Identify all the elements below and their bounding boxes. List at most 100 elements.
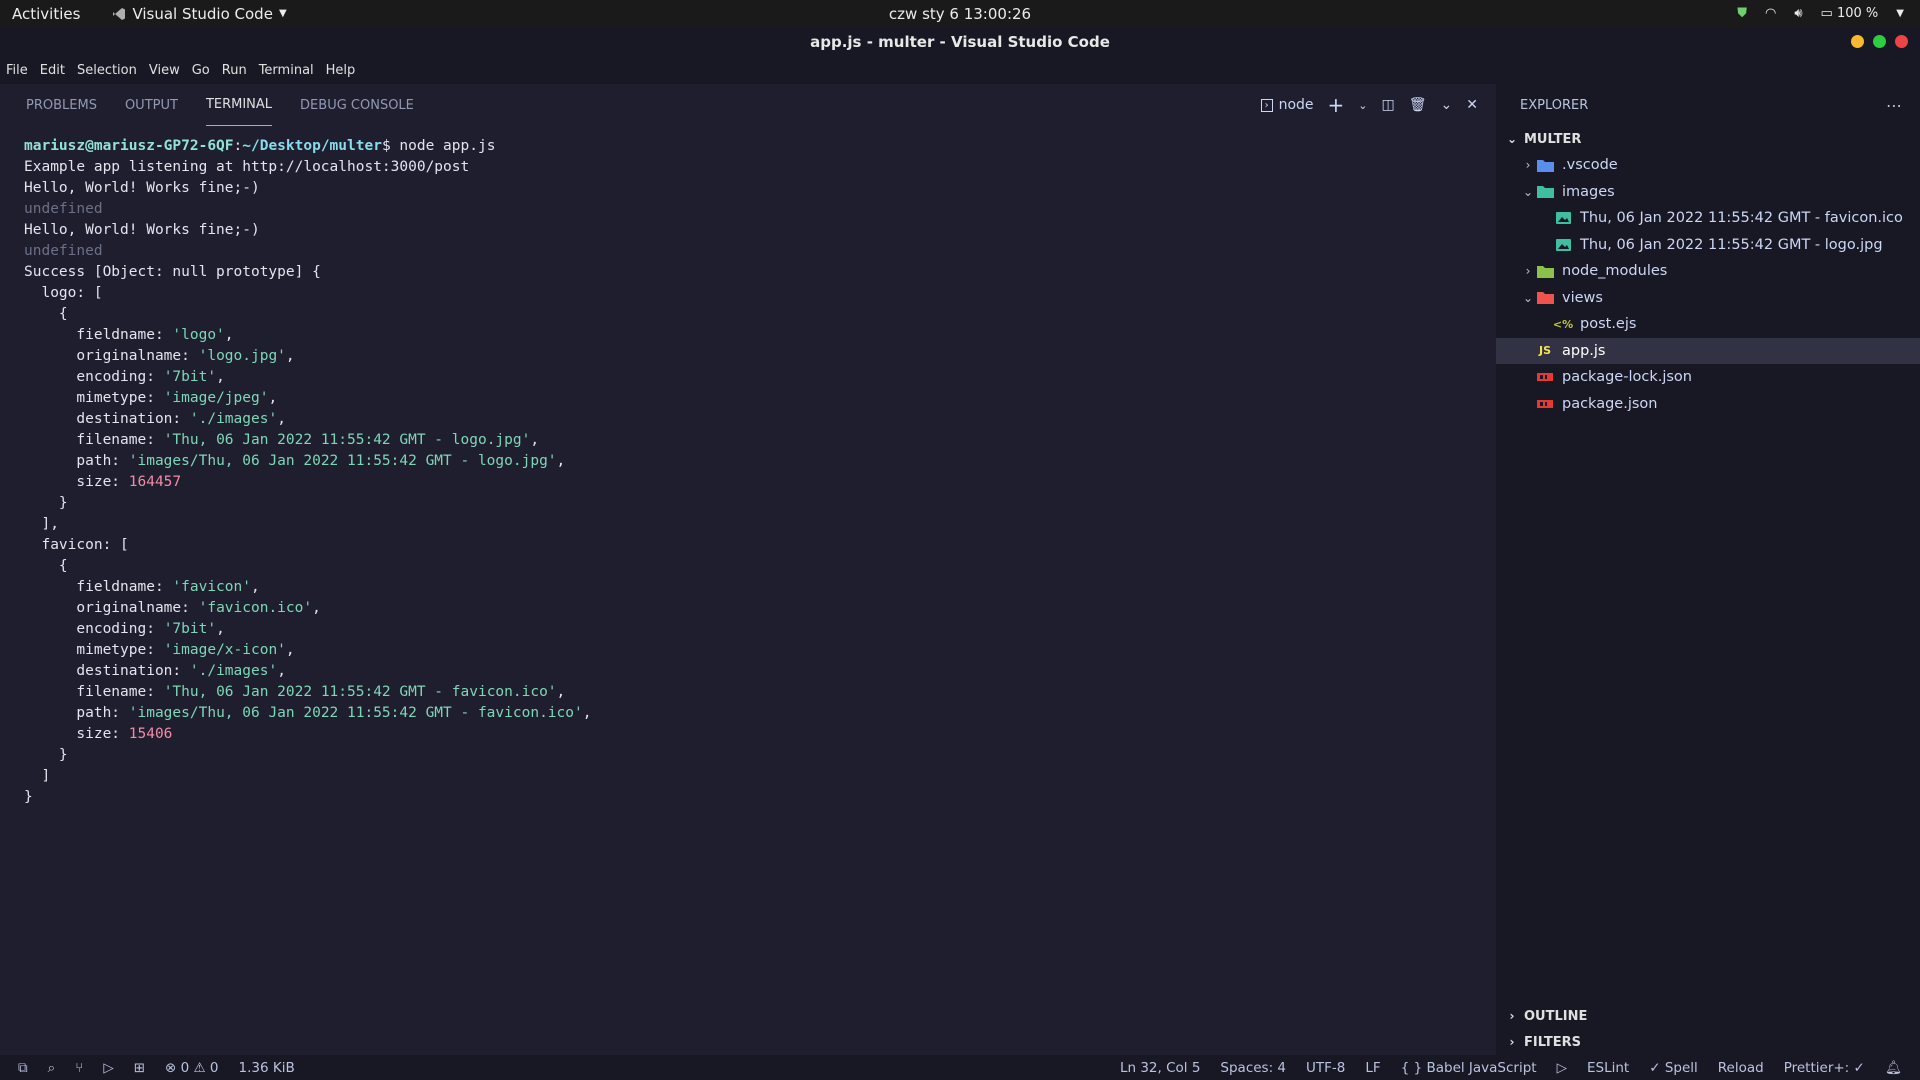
tree-file[interactable]: Thu, 06 Jan 2022 11:55:42 GMT - favicon.… <box>1496 205 1920 232</box>
tree-folder[interactable]: › node_modules <box>1496 258 1920 285</box>
prompt-user: mariusz@mariusz-GP72-6QF <box>24 138 234 154</box>
tab-output[interactable]: OUTPUT <box>125 84 178 126</box>
menu-help[interactable]: Help <box>320 63 362 78</box>
window-title-bar: app.js - multer - Visual Studio Code <box>0 27 1920 56</box>
wifi-icon: ◠ <box>1765 6 1777 21</box>
terminal-line: destination: './images', <box>24 411 286 427</box>
close-panel-icon[interactable]: ✕ <box>1466 97 1478 113</box>
trash-icon[interactable]: 🗑︎ <box>1409 97 1427 113</box>
eslint-status[interactable]: ESLint <box>1587 1060 1629 1076</box>
language-mode[interactable]: { } Babel JavaScript <box>1401 1060 1537 1076</box>
tree-item-label: package-lock.json <box>1562 369 1692 386</box>
menu-edit[interactable]: Edit <box>34 63 71 78</box>
tree-item-label: package.json <box>1562 395 1658 412</box>
volume-icon: 🔊︎ <box>1794 6 1803 21</box>
terminal-line: fieldname: 'logo', <box>24 327 234 343</box>
tree-file[interactable]: Thu, 06 Jan 2022 11:55:42 GMT - logo.jpg <box>1496 232 1920 259</box>
folder-root[interactable]: ⌄ MULTER <box>1496 126 1920 152</box>
menu-file[interactable]: File <box>0 63 34 78</box>
run-debug-icon[interactable]: ▷ <box>103 1060 113 1076</box>
search-icon[interactable]: ⌕ <box>48 1060 56 1076</box>
maximize-panel-icon[interactable]: ⌄ <box>1441 97 1453 113</box>
window-title: app.js - multer - Visual Studio Code <box>810 32 1110 51</box>
split-terminal-icon[interactable]: ◫ <box>1382 97 1395 113</box>
tab-terminal[interactable]: TERMINAL <box>205 84 273 126</box>
tab-problems[interactable]: PROBLEMS <box>26 84 97 126</box>
tree-file[interactable]: <% post.ejs <box>1496 311 1920 338</box>
system-tray[interactable]: ⛊ ◠ 🔊︎ ▭ 100 % ▼ <box>1737 6 1904 21</box>
terminal-line: } <box>24 495 68 511</box>
app-menu[interactable]: Visual Studio Code ▼ <box>112 5 287 23</box>
tree-file[interactable]: package-lock.json <box>1496 364 1920 391</box>
ejs-file-icon: <% <box>1552 317 1574 331</box>
check-icon: ✓ <box>1853 1059 1865 1076</box>
vscode-icon <box>113 7 126 20</box>
bottom-panel: PROBLEMS OUTPUT TERMINAL DEBUG CONSOLE ›… <box>0 84 1496 1055</box>
terminal-line: destination: './images', <box>24 663 286 679</box>
tree-folder[interactable]: ⌄ views <box>1496 285 1920 312</box>
minimize-button[interactable] <box>1851 35 1864 48</box>
prettier-status[interactable]: Prettier+: ✓ <box>1784 1060 1865 1076</box>
menu-go[interactable]: Go <box>186 63 216 78</box>
maximize-button[interactable] <box>1873 35 1886 48</box>
menu-bar: File Edit Selection View Go Run Terminal… <box>0 56 1920 84</box>
menu-terminal[interactable]: Terminal <box>253 63 320 78</box>
terminal-line: undefined <box>24 243 103 259</box>
menu-view[interactable]: View <box>143 63 186 78</box>
tree-item-label: views <box>1562 289 1603 306</box>
terminal-line: Hello, World! Works fine;-) <box>24 180 260 196</box>
braces-icon: { } <box>1400 1059 1423 1076</box>
tree-item-label: images <box>1562 183 1615 200</box>
explorer-view-icon[interactable]: ⧉ <box>18 1060 28 1076</box>
terminal-line: path: 'images/Thu, 06 Jan 2022 11:55:42 … <box>24 705 592 721</box>
tree-item-label: .vscode <box>1562 157 1618 174</box>
menu-selection[interactable]: Selection <box>71 63 143 78</box>
terminal-line: size: 15406 <box>24 726 173 742</box>
tree-file[interactable]: package.json <box>1496 391 1920 418</box>
terminal-line: fieldname: 'favicon', <box>24 579 260 595</box>
terminal-line: favicon: [ <box>24 537 129 553</box>
chevron-down-icon[interactable]: ⌄ <box>1358 99 1367 112</box>
activities-button[interactable]: Activities <box>12 5 80 23</box>
cursor-position[interactable]: Ln 32, Col 5 <box>1120 1060 1200 1076</box>
problems-indicator[interactable]: ⊗ 0 ⚠ 0 <box>165 1060 219 1076</box>
extensions-icon[interactable]: ⊞ <box>134 1060 145 1076</box>
close-button[interactable] <box>1895 35 1908 48</box>
terminal-output[interactable]: mariusz@mariusz-GP72-6QF:~/Desktop/multe… <box>0 126 1496 818</box>
spell-status[interactable]: ✓ Spell <box>1649 1060 1698 1076</box>
clock[interactable]: czw sty 6 13:00:26 <box>889 5 1031 23</box>
reload-button[interactable]: Reload <box>1718 1060 1764 1076</box>
file-size: 1.36 KiB <box>238 1059 295 1076</box>
add-terminal-icon[interactable]: + <box>1328 93 1345 117</box>
tree-item-label: app.js <box>1562 342 1606 359</box>
tree-file[interactable]: JS app.js <box>1496 337 1920 364</box>
notifications-icon[interactable]: 🔔︎ <box>1885 1060 1902 1076</box>
chevron-down-icon: ⌄ <box>1506 132 1518 146</box>
chevron-down-icon: ▼ <box>278 8 287 19</box>
more-actions-icon[interactable]: ⋯ <box>1886 96 1902 115</box>
npm-file-icon <box>1536 397 1554 411</box>
js-file-icon: JS <box>1538 344 1551 358</box>
section-filters[interactable]: › FILTERS <box>1496 1029 1920 1055</box>
tab-debug-console[interactable]: DEBUG CONSOLE <box>300 84 414 126</box>
tree-folder[interactable]: › .vscode <box>1496 152 1920 179</box>
panel-actions: › node + ⌄ ◫ 🗑︎ ⌄ ✕ <box>1260 84 1478 126</box>
indentation[interactable]: Spaces: 4 <box>1220 1060 1286 1076</box>
shield-icon[interactable]: ⛊ <box>1737 6 1747 21</box>
chevron-right-icon: › <box>1525 264 1531 279</box>
source-control-icon[interactable]: ⑂ <box>75 1060 83 1076</box>
tree-folder[interactable]: ⌄ images <box>1496 179 1920 206</box>
tree-item-label: post.ejs <box>1580 316 1637 333</box>
terminal-icon[interactable]: ▷ <box>1557 1060 1567 1076</box>
chevron-down-icon: ▼ <box>1896 8 1904 19</box>
terminal-line: Success [Object: null prototype] { <box>24 264 321 280</box>
status-bar: ⧉ ⌕ ⑂ ▷ ⊞ ⊗ 0 ⚠ 0 1.36 KiB Ln 32, Col 5 … <box>0 1055 1920 1080</box>
section-outline[interactable]: › OUTLINE <box>1496 1003 1920 1029</box>
image-file-icon <box>1554 238 1572 252</box>
check-icon: ✓ <box>1649 1059 1661 1076</box>
end-of-line[interactable]: LF <box>1365 1060 1380 1076</box>
explorer-title: EXPLORER <box>1520 97 1589 113</box>
encoding[interactable]: UTF-8 <box>1306 1060 1345 1076</box>
menu-run[interactable]: Run <box>216 63 253 78</box>
terminal-selector[interactable]: › node <box>1260 97 1314 113</box>
